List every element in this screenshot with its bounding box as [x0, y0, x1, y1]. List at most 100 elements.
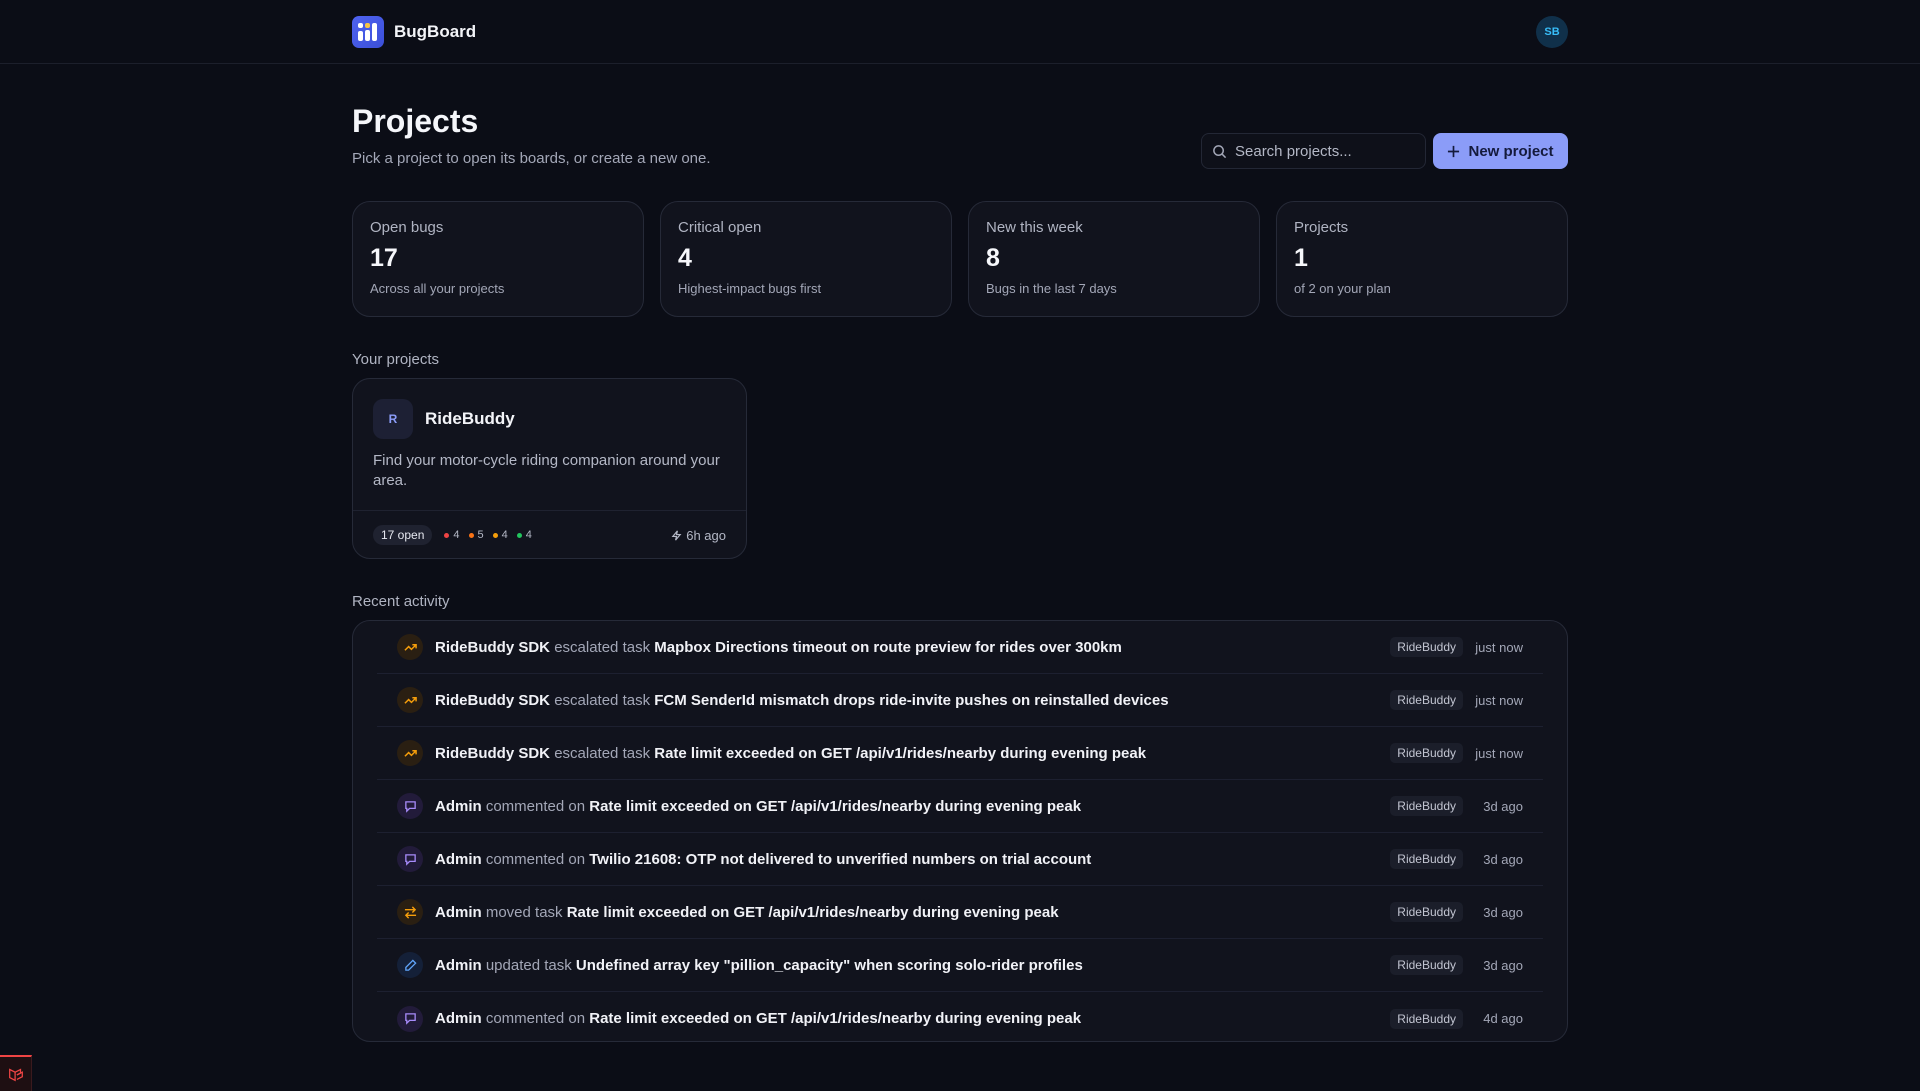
activity-time: 3d ago [1483, 904, 1523, 920]
activity-target[interactable]: Rate limit exceeded on GET /api/v1/rides… [567, 904, 1059, 921]
activity-meta: RideBuddy just now [1390, 637, 1523, 657]
search-input[interactable] [1235, 142, 1415, 160]
count-value: 4 [501, 529, 508, 541]
trend-up-icon [397, 687, 423, 713]
activity-target[interactable]: Rate limit exceeded on GET /api/v1/rides… [654, 745, 1146, 762]
activity-action: commented on [485, 850, 586, 868]
activity-time: just now [1475, 639, 1523, 655]
page-subtitle: Pick a project to open its boards, or cr… [352, 150, 711, 167]
page-title: Projects [352, 103, 479, 139]
activity-project-tag: RideBuddy [1390, 1008, 1463, 1029]
stat-desc: Bugs in the last 7 days [986, 281, 1117, 296]
activity-row[interactable]: RideBuddy SDK escalated task Mapbox Dire… [377, 621, 1543, 674]
activity-row[interactable]: Admin updated task Undefined array key "… [377, 939, 1543, 992]
page-header: Projects Pick a project to open its boar… [352, 64, 1568, 201]
count-value: 5 [477, 529, 484, 541]
activity-actor: RideBuddy SDK [435, 638, 551, 656]
activity-project-tag: RideBuddy [1390, 849, 1463, 869]
recent-activity-heading: Recent activity [352, 593, 450, 610]
stats-row: Open bugs 17 Across all your projects Cr… [352, 201, 1568, 317]
plus-icon [1448, 145, 1460, 157]
stat-desc: Highest-impact bugs first [678, 281, 822, 296]
new-project-button[interactable]: New project [1433, 133, 1568, 169]
your-projects-heading: Your projects [352, 351, 439, 368]
activity-actor: Admin [435, 903, 482, 921]
activity-time: 3d ago [1483, 851, 1523, 867]
brand[interactable]: BugBoard [352, 16, 476, 48]
activity-actor: RideBuddy SDK [435, 744, 551, 762]
stat-value: 17 [370, 244, 398, 272]
activity-action: commented on [485, 797, 586, 815]
activity-project-tag: RideBuddy [1390, 637, 1463, 657]
stat-value: 1 [1294, 244, 1308, 272]
project-card-ridebuddy[interactable]: R RideBuddy Find your motor-cycle riding… [352, 378, 747, 559]
comment-icon [397, 846, 423, 872]
activity-text: Admin moved task Rate limit exceeded on … [435, 904, 1059, 921]
severity-count-low: 4 [516, 529, 532, 541]
user-avatar[interactable]: SB [1536, 16, 1568, 48]
activity-actor: Admin [435, 797, 482, 815]
activity-project-tag: RideBuddy [1390, 796, 1463, 816]
stat-value: 8 [986, 244, 1000, 272]
stat-card-new-this-week: New this week 8 Bugs in the last 7 days [968, 201, 1260, 317]
activity-time: just now [1475, 692, 1523, 708]
activity-actor: Admin [435, 956, 482, 974]
activity-text: Admin commented on Twilio 21608: OTP not… [435, 851, 1091, 868]
activity-actor: Admin [435, 1010, 482, 1027]
activity-target[interactable]: Mapbox Directions timeout on route previ… [654, 639, 1122, 656]
activity-target[interactable]: Rate limit exceeded on GET /api/v1/rides… [589, 1010, 1081, 1027]
activity-time: 3d ago [1483, 798, 1523, 814]
activity-row[interactable]: RideBuddy SDK escalated task Rate limit … [377, 727, 1543, 780]
project-card-footer: 17 open 4 5 4 4 6h ago [353, 510, 746, 559]
count-value: 4 [525, 529, 532, 541]
activity-action: moved task [485, 903, 563, 921]
activity-meta: RideBuddy just now [1390, 690, 1523, 710]
activity-target[interactable]: Rate limit exceeded on GET /api/v1/rides… [589, 798, 1081, 815]
activity-actor: RideBuddy SDK [435, 691, 551, 709]
activity-action: commented on [485, 1010, 586, 1027]
search-box[interactable] [1201, 133, 1426, 169]
amber-dot-icon [492, 532, 498, 538]
activity-list: RideBuddy SDK escalated task Mapbox Dire… [352, 620, 1568, 1042]
activity-row[interactable]: Admin moved task Rate limit exceeded on … [377, 886, 1543, 939]
open-count-badge: 17 open [373, 525, 433, 545]
activity-row[interactable]: Admin commented on Rate limit exceeded o… [377, 780, 1543, 833]
project-card-header: R RideBuddy [373, 399, 515, 439]
activity-text: Admin updated task Undefined array key "… [435, 957, 1083, 974]
activity-target[interactable]: Twilio 21608: OTP not delivered to unver… [589, 851, 1091, 868]
activity-meta: RideBuddy 3d ago [1390, 955, 1523, 975]
activity-row[interactable]: RideBuddy SDK escalated task FCM SenderI… [377, 674, 1543, 727]
stat-card-projects: Projects 1 of 2 on your plan [1276, 201, 1568, 317]
activity-target[interactable]: FCM SenderId mismatch drops ride-invite … [654, 692, 1168, 709]
orange-dot-icon [468, 532, 474, 538]
trend-up-icon [397, 634, 423, 660]
activity-action: escalated task [554, 638, 651, 656]
count-value: 4 [453, 529, 460, 541]
activity-action: escalated task [554, 744, 651, 762]
activity-project-tag: RideBuddy [1390, 743, 1463, 763]
framework-debug-icon[interactable] [0, 1055, 32, 1091]
activity-actor: Admin [435, 850, 482, 868]
activity-meta: RideBuddy 3d ago [1390, 902, 1523, 922]
activity-text: Admin commented on Rate limit exceeded o… [435, 798, 1081, 815]
activity-target[interactable]: Undefined array key "pillion_capacity" w… [576, 957, 1083, 974]
stat-label: New this week [986, 219, 1083, 236]
trend-up-icon [397, 740, 423, 766]
activity-meta: RideBuddy 3d ago [1390, 849, 1523, 869]
stat-desc: of 2 on your plan [1294, 281, 1391, 296]
activity-time: 4d ago [1483, 1011, 1523, 1026]
stat-value: 4 [678, 244, 692, 272]
pencil-icon [397, 952, 423, 978]
activity-text: Admin commented on Rate limit exceeded o… [435, 1010, 1081, 1027]
red-dot-icon [444, 532, 450, 538]
activity-project-tag: RideBuddy [1390, 955, 1463, 975]
activity-text: RideBuddy SDK escalated task Rate limit … [435, 745, 1146, 762]
search-icon [1213, 144, 1227, 158]
stat-card-critical-open: Critical open 4 Highest-impact bugs firs… [660, 201, 952, 317]
activity-row[interactable]: Admin commented on Rate limit exceeded o… [377, 992, 1543, 1045]
activity-row[interactable]: Admin commented on Twilio 21608: OTP not… [377, 833, 1543, 886]
activity-text: RideBuddy SDK escalated task FCM SenderI… [435, 692, 1169, 709]
activity-text: RideBuddy SDK escalated task Mapbox Dire… [435, 639, 1122, 656]
activity-action: updated task [485, 956, 572, 974]
green-dot-icon [516, 532, 522, 538]
